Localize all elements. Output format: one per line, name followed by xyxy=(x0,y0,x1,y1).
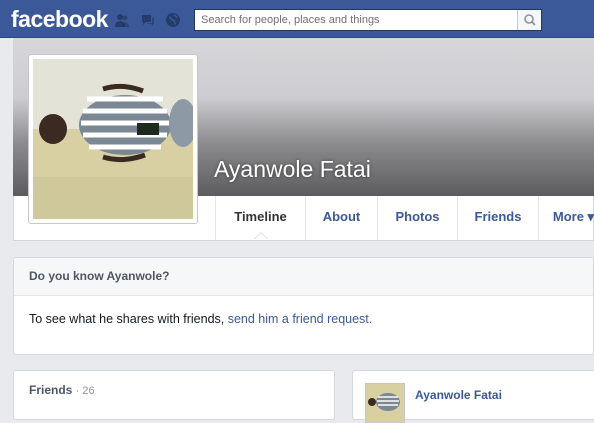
friends-title-label[interactable]: Friends xyxy=(29,383,72,397)
profile-picture[interactable] xyxy=(33,59,193,219)
search-button[interactable] xyxy=(517,10,541,30)
do-you-know-header: Do you know Ayanwole? xyxy=(14,258,593,296)
tab-more[interactable]: More ▾ xyxy=(538,196,594,240)
messages-icon[interactable] xyxy=(140,12,156,28)
search-box[interactable] xyxy=(194,9,542,31)
send-friend-request-link[interactable]: send him a friend request. xyxy=(228,312,373,326)
search-input[interactable] xyxy=(195,10,517,30)
post-author-name[interactable]: Ayanwole Fatai xyxy=(415,388,502,402)
facebook-logo[interactable]: facebook xyxy=(11,5,108,33)
post-author-avatar[interactable] xyxy=(365,383,405,423)
friends-count: · 26 xyxy=(75,385,95,397)
do-you-know-message: To see what he shares with friends, send… xyxy=(29,312,372,326)
top-bar: facebook xyxy=(0,0,594,38)
profile-picture-frame[interactable] xyxy=(28,54,198,224)
profile-name[interactable]: Ayanwole Fatai xyxy=(214,155,371,183)
timeline-post: Ayanwole Fatai xyxy=(352,370,594,423)
friend-requests-icon[interactable] xyxy=(114,12,130,28)
tab-photos[interactable]: Photos xyxy=(377,196,457,240)
search-icon xyxy=(524,14,536,26)
tab-about[interactable]: About xyxy=(305,196,377,240)
active-tab-indicator xyxy=(254,232,268,239)
do-you-know-title: Do you know Ayanwole? xyxy=(29,269,170,283)
friends-box-title[interactable]: Friends · 26 xyxy=(29,383,95,397)
notifications-icon[interactable] xyxy=(165,12,181,28)
do-you-know-text: To see what he shares with friends, xyxy=(29,312,228,326)
friends-box: Friends · 26 xyxy=(13,370,335,420)
tab-friends[interactable]: Friends xyxy=(457,196,538,240)
do-you-know-box: Do you know Ayanwole? To see what he sha… xyxy=(13,257,594,355)
